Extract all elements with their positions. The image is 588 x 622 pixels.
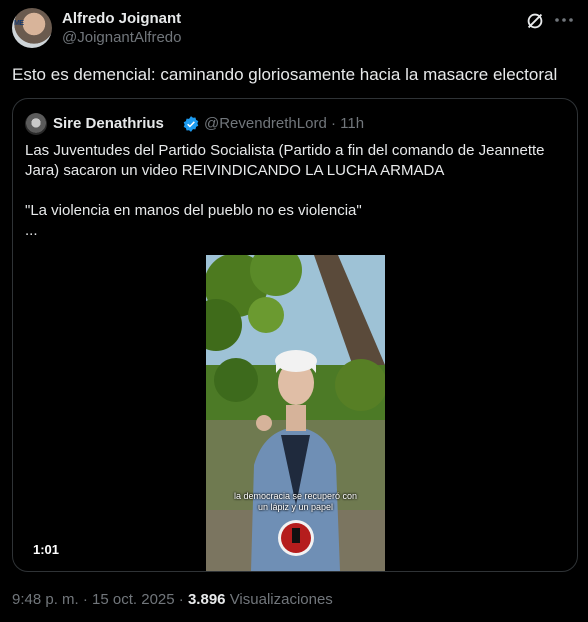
tweet-header: ME Alfredo Joignant @JoignantAlfredo xyxy=(12,8,576,50)
video-duration: 1:01 xyxy=(33,542,60,557)
quoted-meta: @RevendrethLord · 11h xyxy=(204,115,364,132)
quoted-tweet-header: Sire Denathrius @RevendrethLord · 11h xyxy=(25,113,565,135)
quoted-author-handle[interactable]: @RevendrethLord xyxy=(204,115,327,132)
footer-separator: · xyxy=(82,591,88,608)
quoted-text-line: "La violencia en manos del pueblo no es … xyxy=(25,202,362,219)
video-caption: la democracia se recuperó con un lápiz y… xyxy=(206,491,385,513)
more-icon[interactable] xyxy=(552,8,576,32)
meta-separator: · xyxy=(330,115,336,132)
quoted-author-avatar[interactable] xyxy=(25,113,47,135)
author-avatar[interactable]: ME xyxy=(12,8,52,48)
video-frame xyxy=(206,255,385,571)
tweet-text: Esto es demencial: caminando gloriosamen… xyxy=(12,65,558,84)
author-name[interactable]: Alfredo Joignant xyxy=(62,10,181,27)
post-time[interactable]: 9:48 p. m. xyxy=(12,591,79,608)
views-count: 3.896 xyxy=(187,591,226,608)
views-label: Visualizaciones xyxy=(229,591,333,608)
video-player[interactable]: la democracia se recuperó con un lápiz y… xyxy=(206,255,385,571)
quoted-text-line: Las Juventudes del Partido Socialista (P… xyxy=(25,142,545,179)
quoted-author-name[interactable]: Sire Denathrius xyxy=(53,115,164,132)
post-date[interactable]: 15 oct. 2025 xyxy=(92,591,175,608)
avatar-tag: ME xyxy=(14,20,24,27)
caption-line: la democracia se recuperó con xyxy=(233,491,358,501)
verified-badge-icon xyxy=(183,116,199,132)
quoted-text-line[interactable]: ... xyxy=(25,221,565,241)
author-handle[interactable]: @JoignantAlfredo xyxy=(62,29,181,46)
grok-icon[interactable] xyxy=(524,10,546,32)
caption-line: un lápiz y un papel xyxy=(257,502,334,512)
quoted-tweet-text: Las Juventudes del Partido Socialista (P… xyxy=(25,141,565,241)
quoted-time[interactable]: 11h xyxy=(340,115,364,132)
quoted-tweet[interactable]: Sire Denathrius @RevendrethLord · 11h La… xyxy=(12,98,578,572)
tweet-footer: 9:48 p. m. · 15 oct. 2025 · 3.896 Visual… xyxy=(12,591,333,608)
footer-separator: · xyxy=(178,591,184,608)
